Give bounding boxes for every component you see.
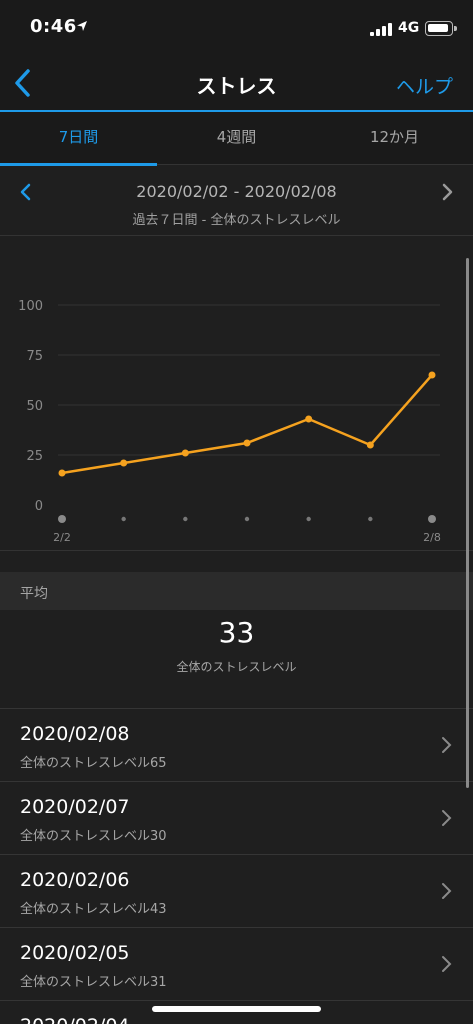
signal-icon — [370, 22, 392, 36]
list-item[interactable]: 2020/02/08 全体のストレスレベル65 — [0, 708, 473, 781]
list-item[interactable]: 2020/02/06 全体のストレスレベル43 — [0, 854, 473, 927]
series-line — [61, 374, 433, 475]
data-point — [120, 459, 128, 467]
y-tick-label: 50 — [26, 399, 43, 414]
y-tick-label: 0 — [35, 499, 43, 514]
chart-divider — [0, 550, 473, 551]
data-point — [428, 371, 436, 379]
list-item-date: 2020/02/06 — [20, 869, 130, 891]
data-point — [58, 469, 66, 477]
location-arrow-icon — [77, 21, 87, 31]
help-button[interactable]: ヘルプ — [396, 72, 453, 99]
list-item[interactable]: 2020/02/05 全体のストレスレベル31 — [0, 927, 473, 1000]
average-label: 全体のストレスレベル — [176, 660, 297, 674]
status-time: 0:46 — [30, 16, 77, 37]
y-tick-label: 25 — [26, 449, 43, 464]
date-range-header: 2020/02/02 - 2020/02/08 過去７日間 - 全体のストレスレ… — [0, 166, 473, 236]
average-section-header: 平均 — [0, 572, 473, 610]
x-axis-dot — [58, 515, 66, 523]
y-tick-label: 75 — [26, 349, 43, 364]
scrollbar[interactable] — [466, 258, 469, 788]
chevron-right-icon — [442, 810, 452, 826]
chevron-right-icon — [442, 737, 452, 753]
list-item-stress: 全体のストレスレベル43 — [20, 902, 167, 917]
nav-bar: ストレス ヘルプ — [0, 56, 473, 110]
list-item[interactable]: 2020/02/07 全体のストレスレベル30 — [0, 781, 473, 854]
x-axis-dot — [306, 516, 311, 522]
tab-label: 4週間 — [216, 128, 257, 146]
average-value: 33 — [218, 616, 255, 649]
list-item-date: 2020/02/05 — [20, 942, 130, 964]
date-range: 2020/02/02 - 2020/02/08 — [136, 182, 337, 201]
x-axis-dot — [368, 516, 373, 522]
period-tabs: 7日間 4週間 12か月 — [0, 112, 473, 166]
list-item-date: 2020/02/07 — [20, 796, 130, 818]
average-header-label: 平均 — [20, 586, 48, 602]
tab-label: 7日間 — [58, 128, 99, 146]
data-point — [243, 439, 251, 447]
tab-7-days[interactable]: 7日間 — [0, 112, 157, 166]
chevron-right-icon — [442, 883, 452, 899]
daily-list: 2020/02/08 全体のストレスレベル65 2020/02/07 全体のスト… — [0, 708, 473, 1024]
home-indicator[interactable] — [152, 1006, 321, 1012]
list-item-stress: 全体のストレスレベル30 — [20, 829, 167, 844]
date-range-subtitle: 過去７日間 - 全体のストレスレベル — [132, 213, 341, 228]
data-point — [366, 441, 374, 449]
list-item-stress: 全体のストレスレベル65 — [20, 756, 167, 771]
back-chevron-icon[interactable] — [8, 66, 42, 100]
x-axis-dot — [121, 516, 126, 522]
data-point — [181, 449, 189, 457]
x-axis-dot — [183, 516, 188, 522]
x-tick-label: 2/8 — [423, 531, 441, 544]
tab-4-weeks[interactable]: 4週間 — [158, 112, 315, 165]
x-tick-label: 2/2 — [53, 531, 71, 544]
tab-label: 12か月 — [369, 128, 420, 146]
list-item-stress: 全体のストレスレベル31 — [20, 975, 167, 990]
list-item[interactable]: 2020/02/04 — [0, 1000, 473, 1024]
x-axis-dot — [428, 515, 436, 523]
tab-12-months[interactable]: 12か月 — [316, 112, 473, 165]
battery-icon — [425, 21, 457, 36]
list-item-date: 2020/02/04 — [20, 1015, 130, 1024]
next-range-icon[interactable] — [435, 180, 459, 204]
stress-line-chart: 0 25 50 75 100 2/2 2/8 — [18, 299, 441, 544]
x-axis-dot — [244, 516, 250, 522]
status-bar: 0:46 4G — [0, 0, 473, 56]
data-point — [305, 415, 313, 423]
list-item-date: 2020/02/08 — [20, 723, 130, 745]
stress-chart: 0 25 50 75 100 2/2 2/8 — [0, 237, 473, 550]
chevron-right-icon — [442, 956, 452, 972]
y-tick-label: 100 — [18, 299, 43, 314]
network-type: 4G — [398, 20, 420, 36]
